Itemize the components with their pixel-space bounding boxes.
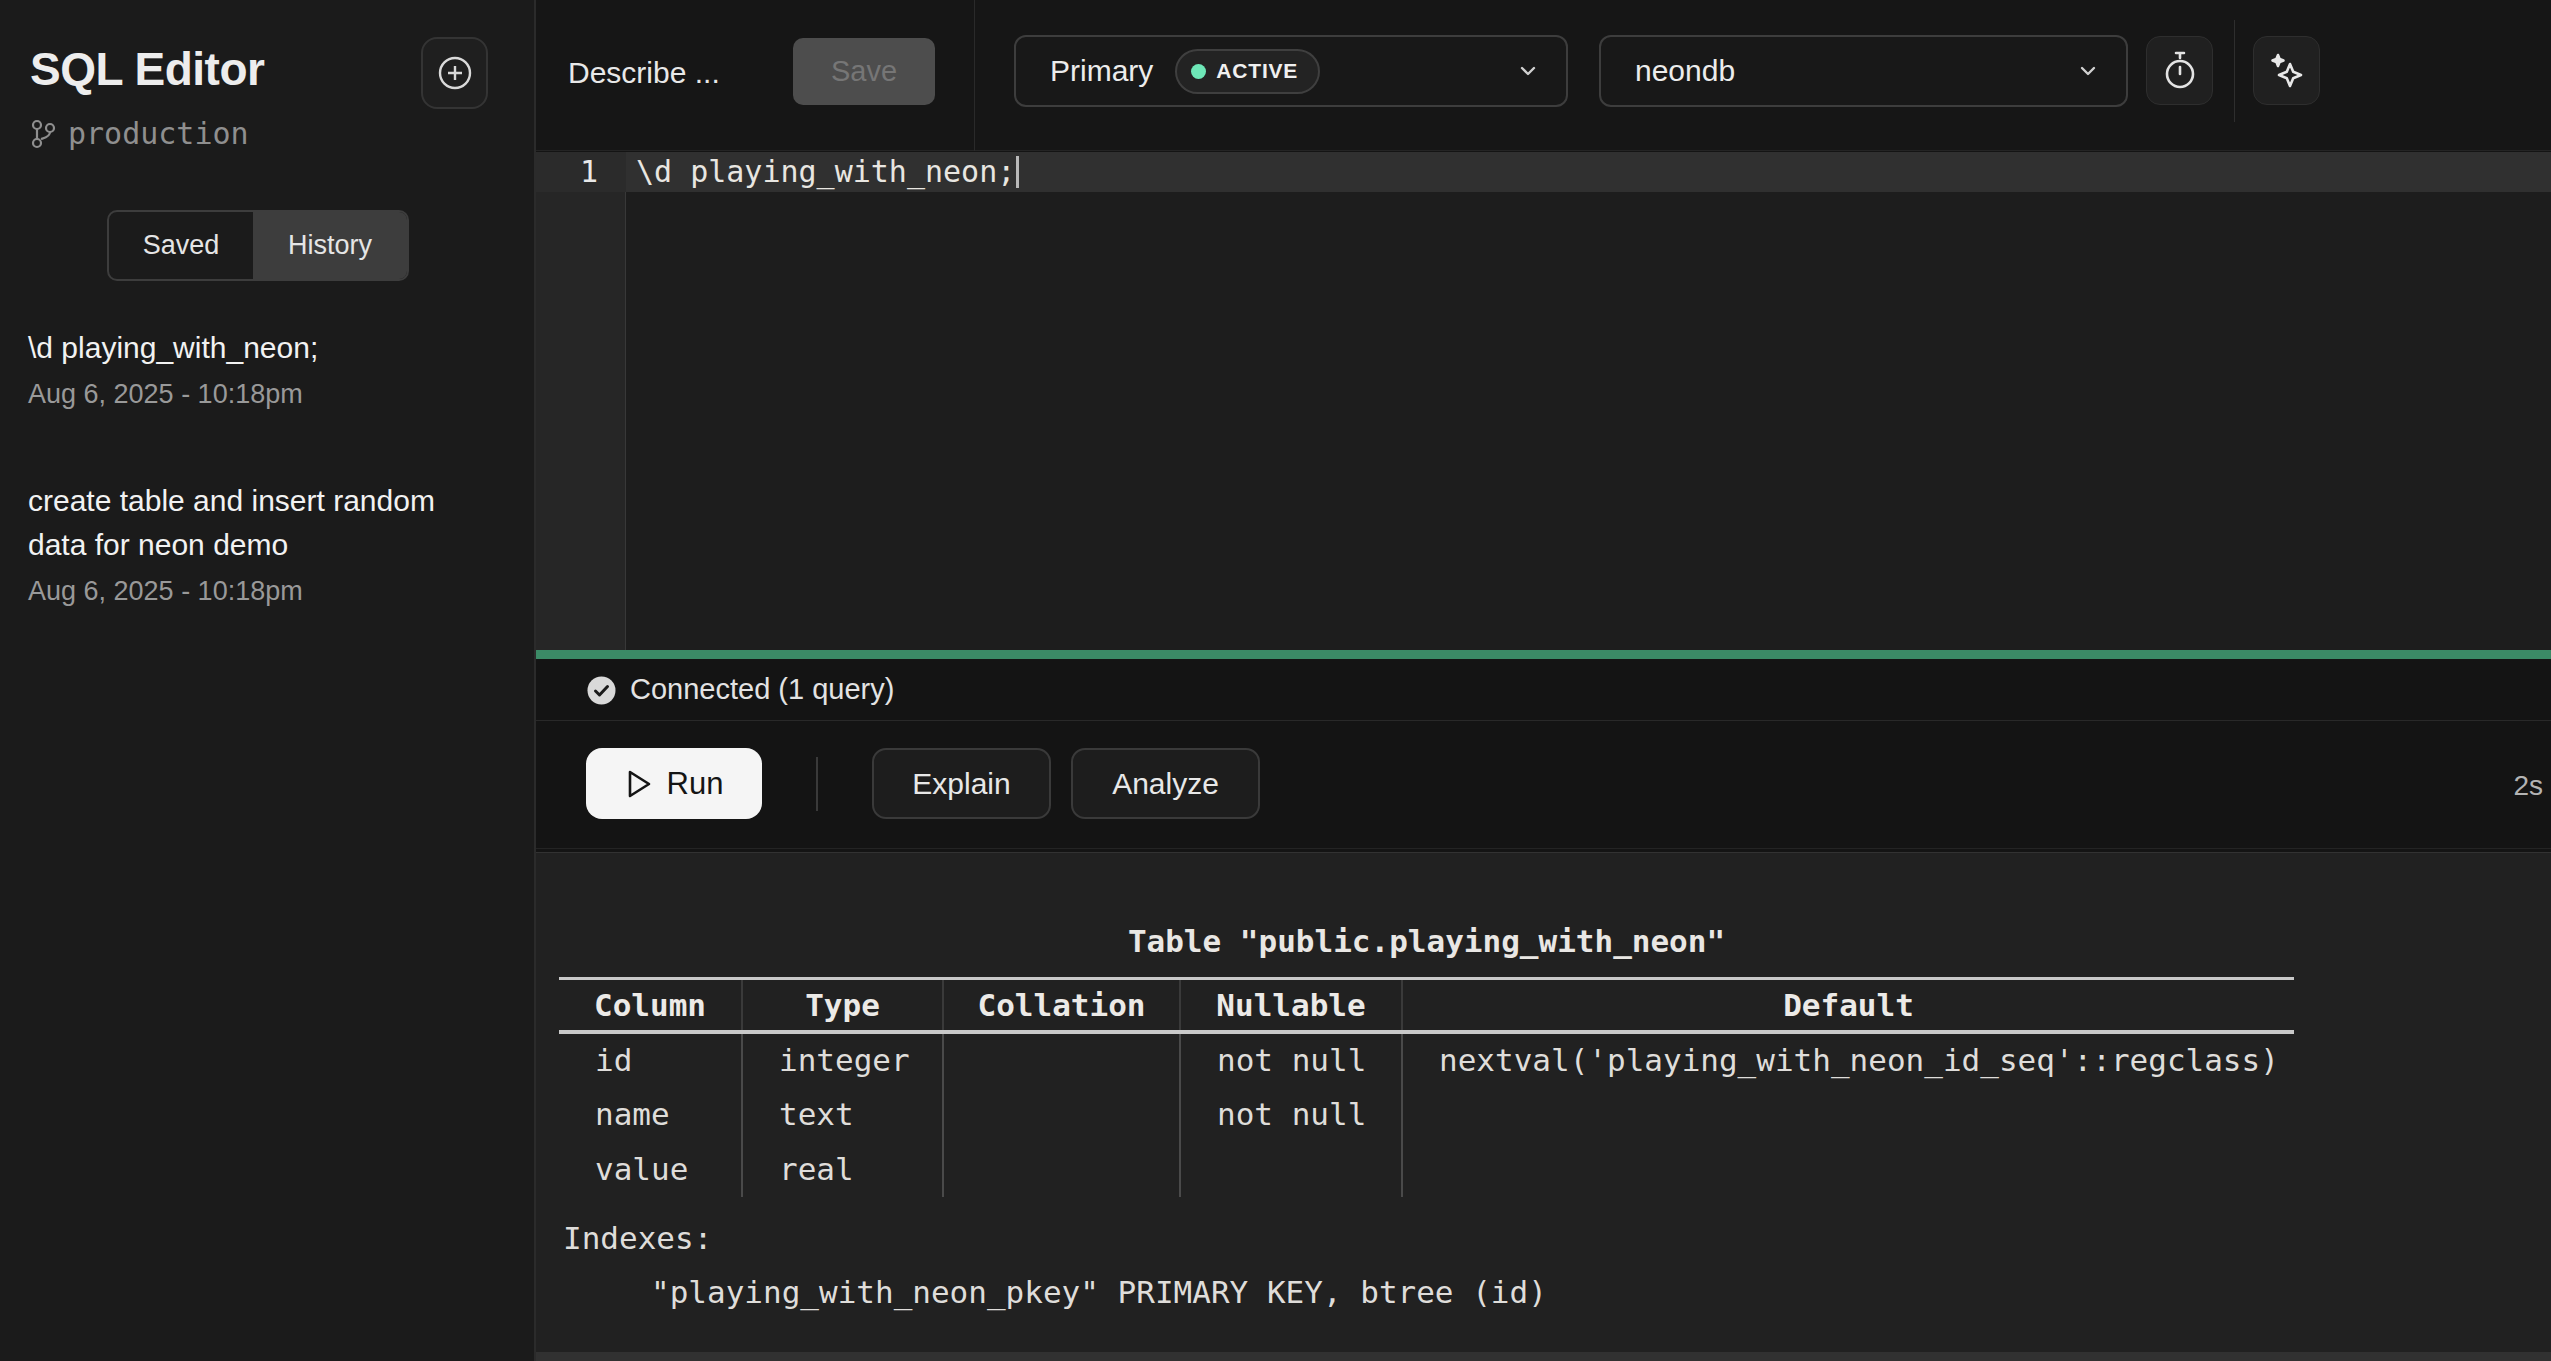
new-query-button[interactable] <box>421 37 488 109</box>
cell: nextval('playing_with_neon_id_seq'::regc… <box>1402 1032 2294 1087</box>
history-list: \d playing_with_neon; Aug 6, 2025 - 10:1… <box>28 326 483 610</box>
line-number: 1 <box>536 152 626 192</box>
cell <box>1180 1142 1402 1197</box>
active-dot-icon <box>1191 64 1206 79</box>
ai-assist-button[interactable] <box>2253 36 2320 105</box>
active-badge: ACTIVE <box>1175 49 1320 94</box>
editor-topbar: Describe ... Save Primary ACTIVE neondb <box>536 0 2551 151</box>
save-button[interactable]: Save <box>793 38 935 105</box>
code-text: \d playing_with_neon; <box>636 154 1015 189</box>
run-label: Run <box>667 766 724 802</box>
history-item-timestamp: Aug 6, 2025 - 10:18pm <box>28 375 483 413</box>
branch-selector[interactable]: Primary ACTIVE <box>1014 35 1568 107</box>
topbar-divider <box>2234 20 2235 122</box>
cell: value <box>559 1142 742 1197</box>
col-header: Column <box>559 979 742 1032</box>
cell: integer <box>742 1032 943 1087</box>
branch-selector-value: Primary <box>1050 54 1153 88</box>
history-item-title: create table and insert random data for … <box>28 479 483 567</box>
horizontal-scrollbar[interactable] <box>536 1352 2551 1361</box>
chevron-down-icon <box>1514 57 1542 85</box>
result-table: Column Type Collation Nullable Default i… <box>559 977 2294 1197</box>
table-row: name text not null <box>559 1087 2294 1142</box>
cell: not null <box>1180 1087 1402 1142</box>
analyze-button[interactable]: Analyze <box>1071 748 1260 819</box>
chevron-down-icon <box>2074 57 2102 85</box>
cell: name <box>559 1087 742 1142</box>
table-row: value real <box>559 1142 2294 1197</box>
indexes-section: Indexes: "playing_with_neon_pkey" PRIMAR… <box>563 1218 1547 1312</box>
plus-circle-icon <box>435 53 475 93</box>
query-toolbar: Run Explain Analyze 2s <box>536 722 2551 849</box>
pane-resize-divider[interactable] <box>536 650 2551 659</box>
run-button[interactable]: Run <box>586 748 762 819</box>
explain-button[interactable]: Explain <box>872 748 1051 819</box>
cell: real <box>742 1142 943 1197</box>
history-item-timestamp: Aug 6, 2025 - 10:18pm <box>28 572 483 610</box>
toolbar-divider <box>816 757 818 811</box>
connection-status-text: Connected (1 query) <box>630 673 894 706</box>
cell <box>943 1087 1180 1142</box>
saved-history-tabs: Saved History <box>107 210 409 281</box>
stopwatch-icon <box>2161 50 2199 92</box>
active-badge-label: ACTIVE <box>1216 59 1298 83</box>
git-branch-icon <box>30 118 56 150</box>
query-title: Describe ... <box>568 56 720 90</box>
result-table-title: Table "public.playing_with_neon" <box>559 923 2294 959</box>
connection-status-bar: Connected (1 query) <box>536 659 2551 721</box>
sparkles-icon <box>2266 50 2308 92</box>
query-duration: 2s <box>2513 722 2543 849</box>
col-header: Nullable <box>1180 979 1402 1032</box>
database-selector[interactable]: neondb <box>1599 35 2128 107</box>
col-header: Collation <box>943 979 1180 1032</box>
code-line: \d playing_with_neon; <box>636 152 1019 192</box>
cell <box>943 1032 1180 1087</box>
cell <box>1402 1087 2294 1142</box>
cell <box>943 1142 1180 1197</box>
indexes-label: Indexes: <box>563 1218 1547 1258</box>
cell: not null <box>1180 1032 1402 1087</box>
history-item[interactable]: create table and insert random data for … <box>28 479 483 610</box>
col-header: Type <box>742 979 943 1032</box>
query-history-button[interactable] <box>2146 36 2213 105</box>
cell <box>1402 1142 2294 1197</box>
main-panel: Describe ... Save Primary ACTIVE neondb <box>536 0 2551 1361</box>
table-row: id integer not null nextval('playing_wit… <box>559 1032 2294 1087</box>
topbar-divider <box>974 0 975 151</box>
sql-editor-area[interactable]: 1 \d playing_with_neon; <box>536 152 2551 650</box>
branch-name: production <box>68 116 249 151</box>
cell: id <box>559 1032 742 1087</box>
play-icon <box>625 768 653 800</box>
branch-indicator: production <box>30 116 249 151</box>
sidebar: SQL Editor production Saved History \d p… <box>0 0 534 1361</box>
cell: text <box>742 1087 943 1142</box>
history-item[interactable]: \d playing_with_neon; Aug 6, 2025 - 10:1… <box>28 326 483 413</box>
results-panel: Table "public.playing_with_neon" Column … <box>536 852 2551 1361</box>
line-number-gutter <box>536 152 626 650</box>
history-item-title: \d playing_with_neon; <box>28 326 483 370</box>
index-definition: "playing_with_neon_pkey" PRIMARY KEY, bt… <box>651 1272 1547 1312</box>
col-header: Default <box>1402 979 2294 1032</box>
tab-saved[interactable]: Saved <box>109 212 253 279</box>
text-cursor <box>1016 156 1019 188</box>
tab-history[interactable]: History <box>253 212 407 279</box>
check-circle-icon <box>586 675 617 706</box>
app-title: SQL Editor <box>30 45 264 93</box>
database-selector-value: neondb <box>1635 54 1735 88</box>
